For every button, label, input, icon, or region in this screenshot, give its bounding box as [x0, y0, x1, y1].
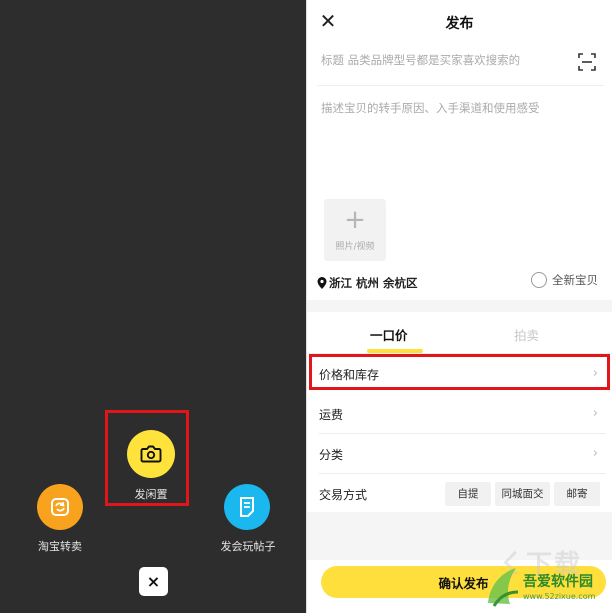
title-input[interactable]: 标题 品类品牌型号都是买家喜欢搜索的: [321, 52, 520, 68]
section-spacer: [307, 300, 612, 312]
watermark-site-name: 吾爱软件园: [523, 574, 593, 590]
highlight-price-stock: [309, 354, 610, 390]
tab-auction[interactable]: 拍卖: [514, 325, 539, 344]
description-input[interactable]: 描述宝贝的转手原因、入手渠道和使用感受: [321, 100, 540, 116]
plus-icon: +: [344, 205, 366, 235]
highlight-post-idle-item: [105, 410, 189, 506]
page-title: 发布: [445, 16, 474, 32]
add-media-button[interactable]: + 照片/视频: [324, 199, 386, 261]
post-huiwan-button[interactable]: [224, 484, 270, 530]
brand-new-toggle[interactable]: 全新宝贝: [531, 272, 598, 288]
close-icon: ×: [146, 572, 161, 591]
trade-method-label: 交易方式: [319, 488, 368, 502]
trade-option-pickup[interactable]: 自提: [445, 482, 491, 506]
post-huiwan-label: 发会玩帖子: [220, 540, 276, 553]
location-pin-icon: [317, 277, 327, 289]
title-divider: [317, 85, 604, 86]
category-label: 分类: [319, 448, 344, 462]
tab-fixed-price[interactable]: 一口价: [370, 325, 408, 344]
trade-option-mail[interactable]: 邮寄: [554, 482, 600, 506]
add-media-label: 照片/视频: [335, 242, 375, 252]
taobao-resell-label: 淘宝转卖: [38, 540, 82, 553]
share-action-panel: 淘宝转卖 发闲置 发会玩帖子 ×: [0, 0, 306, 613]
location-selector[interactable]: 浙江 杭州 余杭区: [317, 275, 418, 291]
close-panel-button[interactable]: ×: [139, 567, 168, 596]
trade-option-local-meet[interactable]: 同城面交: [495, 482, 550, 506]
location-text: 浙江 杭州 余杭区: [329, 276, 418, 290]
refresh-icon: [51, 498, 69, 516]
shipping-label: 运费: [319, 408, 344, 422]
watermark-url: www.52zixue.com: [523, 592, 596, 601]
brand-new-label: 全新宝贝: [552, 273, 598, 287]
row-shipping[interactable]: 运费 ›: [307, 394, 612, 434]
publish-form: ✕ 发布 标题 品类品牌型号都是买家喜欢搜索的 描述宝贝的转手原因、入手渠道和使…: [307, 0, 612, 613]
row-category[interactable]: 分类 ›: [307, 434, 612, 474]
radio-circle-icon: [531, 272, 547, 288]
taobao-resell-button[interactable]: [37, 484, 83, 530]
chevron-right-icon: ›: [592, 406, 598, 421]
chevron-right-icon: ›: [592, 446, 598, 461]
scan-icon[interactable]: [578, 53, 596, 71]
document-icon: [240, 497, 254, 517]
